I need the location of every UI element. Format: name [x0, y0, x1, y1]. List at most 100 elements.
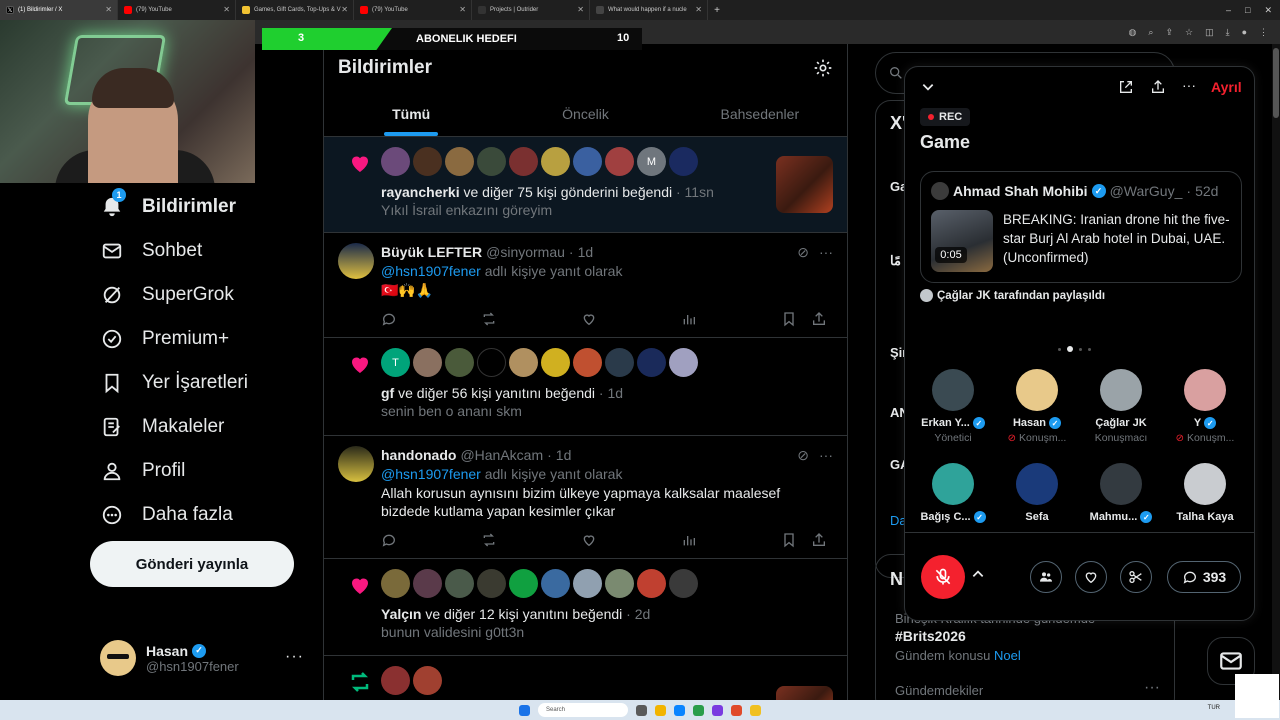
author-name[interactable]: handonado — [381, 446, 456, 464]
grok-icon[interactable]: ⊘ — [797, 447, 809, 464]
edge-icon[interactable] — [674, 704, 685, 716]
notification-reply[interactable]: handonado @HanAkcam · 1d ⊘ ··· @hsn1907fen… — [324, 436, 847, 559]
post-thumbnail[interactable] — [776, 686, 833, 700]
avatar[interactable] — [541, 569, 570, 598]
avatar[interactable] — [413, 348, 442, 377]
actor-name[interactable]: Yalçın — [381, 606, 421, 622]
collapse-chevron-icon[interactable] — [921, 80, 935, 99]
avatar[interactable] — [669, 348, 698, 377]
minimize-icon[interactable] — [1118, 79, 1134, 100]
carousel-dot[interactable] — [1088, 347, 1091, 351]
avatar[interactable] — [605, 569, 634, 598]
close-window-button[interactable]: ✕ — [1264, 5, 1272, 16]
news-item-peek[interactable]: مًا — [890, 253, 901, 269]
close-tab-icon[interactable]: ✕ — [695, 5, 702, 14]
avatar[interactable]: M — [637, 147, 666, 176]
avatar[interactable] — [413, 569, 442, 598]
sidebar-item-profile[interactable]: Profil — [90, 449, 310, 493]
windows-start-icon[interactable] — [519, 704, 530, 716]
sidebar-item-more[interactable]: Daha fazla — [90, 493, 310, 537]
post-thumbnail[interactable] — [776, 156, 833, 213]
avatar[interactable] — [413, 147, 442, 176]
notification-like[interactable]: T gf ve diğer 56 kişi yanıtını beğendi ·… — [324, 338, 847, 436]
avatar[interactable] — [605, 348, 634, 377]
avatar[interactable] — [445, 147, 474, 176]
sidebar-item-notifications[interactable]: 1 Bildirimler — [90, 185, 310, 229]
reply-icon[interactable] — [381, 532, 399, 550]
extensions-icon[interactable]: ◫ — [1205, 27, 1214, 38]
minimize-button[interactable]: – — [1226, 5, 1231, 15]
speaker-tile[interactable]: Erkan Y... ✓ Yönetici — [911, 369, 995, 444]
avatar[interactable] — [573, 569, 602, 598]
taskview-icon[interactable] — [636, 704, 647, 716]
sidebar-item-chat[interactable]: Sohbet — [90, 229, 310, 273]
speaker-tile[interactable]: Bağış C... ✓ — [911, 463, 995, 523]
notification-like[interactable]: Yalçın ve diğer 12 kişi yanıtını beğendi… — [324, 559, 847, 656]
avatar[interactable] — [477, 569, 506, 598]
carousel-dot[interactable] — [1067, 346, 1073, 352]
avatar[interactable] — [413, 666, 442, 695]
account-more-icon[interactable]: ··· — [285, 648, 304, 666]
close-tab-icon[interactable]: ✕ — [459, 5, 466, 14]
speaker-tile[interactable]: Mahmu... ✓ — [1079, 463, 1163, 523]
trend-name[interactable]: #Brits2026 — [895, 628, 966, 644]
zoom-icon[interactable]: ⌕ — [1148, 27, 1153, 38]
notification-like[interactable]: M rayancherki ve diğer 75 kişi gönderini… — [324, 137, 847, 233]
views-icon[interactable] — [681, 532, 699, 550]
repost-icon[interactable] — [481, 311, 499, 329]
actor-name[interactable]: rayancherki — [381, 184, 460, 200]
avatar[interactable]: T — [381, 348, 410, 377]
tab-priority[interactable]: Öncelik — [498, 91, 672, 136]
bookmark-star-icon[interactable]: ☆ — [1185, 27, 1193, 38]
avatar[interactable] — [669, 147, 698, 176]
avatar[interactable] — [637, 348, 666, 377]
explorer-icon[interactable] — [655, 704, 666, 716]
avatar[interactable] — [605, 147, 634, 176]
close-tab-icon[interactable]: ✕ — [341, 5, 348, 14]
more-icon[interactable]: ··· — [1182, 77, 1196, 93]
close-tab-icon[interactable]: ✕ — [223, 5, 230, 14]
sidebar-item-bookmarks[interactable]: Yer İşaretleri — [90, 361, 310, 405]
trend-more-icon[interactable]: ··· — [1144, 679, 1160, 697]
maximize-button[interactable]: □ — [1245, 5, 1250, 15]
avatar[interactable] — [381, 666, 410, 695]
scrollbar-thumb[interactable] — [1273, 48, 1279, 118]
views-icon[interactable] — [681, 311, 699, 329]
reply-icon[interactable] — [381, 311, 399, 329]
more-icon[interactable]: ··· — [819, 244, 833, 261]
share-icon[interactable]: ⇪ — [1165, 27, 1173, 38]
speaker-tile[interactable]: Y ✓ ⊘ Konuşm... — [1163, 369, 1247, 444]
sidebar-item-premium[interactable]: Premium+ — [90, 317, 310, 361]
browser-tab[interactable]: What would happen if a nucle ✕ — [590, 0, 708, 20]
participants-button[interactable] — [1030, 561, 1062, 593]
avatar[interactable] — [509, 147, 538, 176]
browser-tab[interactable]: (79) YouTube ✕ — [118, 0, 236, 20]
grok-icon[interactable]: ⊘ — [797, 244, 809, 261]
like-icon[interactable] — [581, 532, 599, 550]
tab-all[interactable]: Tümü — [324, 91, 498, 136]
new-tab-button[interactable]: + — [708, 5, 726, 16]
avatar[interactable] — [931, 182, 949, 200]
carousel-dot[interactable] — [1079, 347, 1082, 351]
speaker-tile[interactable]: Talha Kaya — [1163, 463, 1247, 523]
author-name[interactable]: Ahmad Shah Mohibi — [953, 183, 1088, 199]
account-switcher[interactable]: Hasan ✓ @hsn1907fener ··· — [100, 636, 310, 680]
pinned-post-card[interactable]: Ahmad Shah Mohibi ✓ @WarGuy_ · 52d 0:05 BR… — [920, 171, 1242, 283]
post-button[interactable]: Gönderi yayınla — [90, 541, 294, 587]
language-indicator[interactable]: TUR — [1208, 705, 1220, 711]
app-icon[interactable] — [693, 704, 704, 716]
speaker-tile[interactable]: Çağlar JK Konuşmacı — [1079, 369, 1163, 444]
avatar[interactable] — [637, 569, 666, 598]
share-icon[interactable] — [811, 532, 829, 550]
avatar[interactable] — [477, 348, 506, 377]
sidebar-item-articles[interactable]: Makaleler — [90, 405, 310, 449]
clip-scissors-button[interactable] — [1120, 561, 1152, 593]
avatar[interactable] — [445, 348, 474, 377]
avatar[interactable] — [669, 569, 698, 598]
browser-tab[interactable]: Games, Gift Cards, Top-Ups & V ✕ — [236, 0, 354, 20]
avatar[interactable] — [445, 569, 474, 598]
mention-link[interactable]: @hsn1907fener — [381, 263, 481, 279]
avatar[interactable] — [338, 243, 374, 279]
leave-button[interactable]: Ayrıl — [1211, 79, 1242, 95]
browser-tab[interactable]: 𝕏 (1) Bildirimler / X ✕ — [0, 0, 118, 20]
